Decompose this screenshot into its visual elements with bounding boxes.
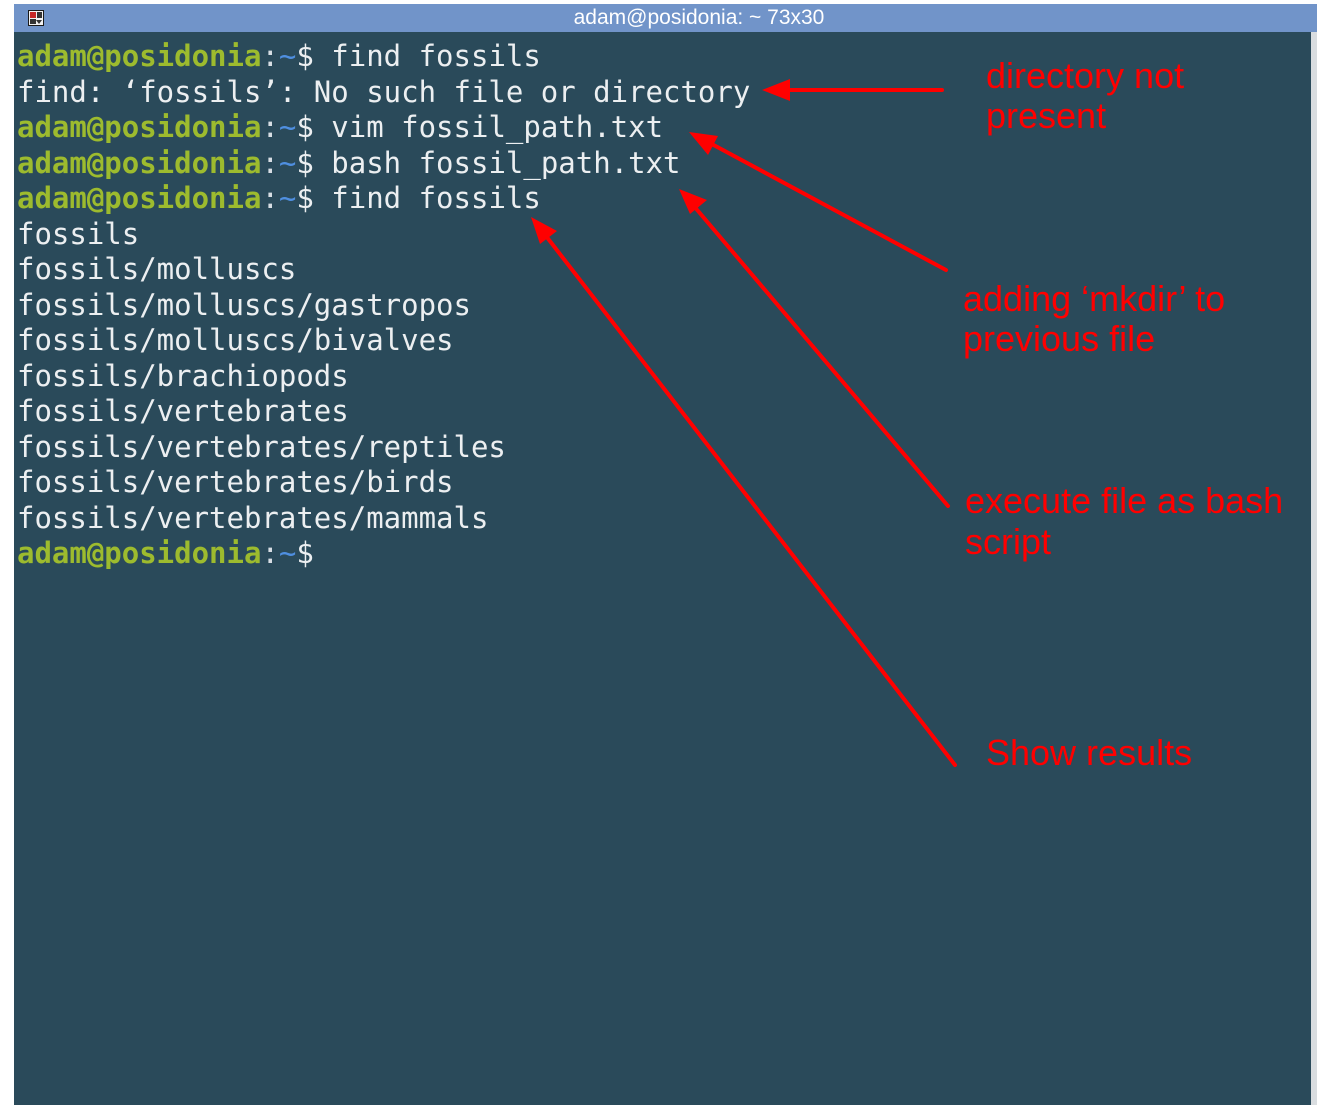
output-line: fossils/brachiopods: [17, 359, 1307, 395]
output-text: fossils/molluscs: [17, 252, 297, 286]
output-line: fossils/molluscs: [17, 252, 1307, 288]
output-line: fossils/vertebrates/mammals: [17, 501, 1307, 537]
output-line: find: ‘fossils’: No such file or directo…: [17, 75, 1307, 111]
prompt-line: adam@posidonia:~$: [17, 536, 1307, 572]
terminal-output[interactable]: adam@posidonia:~$ find fossils find: ‘fos…: [17, 39, 1307, 572]
prompt-dollar: $: [296, 39, 314, 73]
prompt-separator: :: [261, 110, 279, 144]
output-text: fossils/vertebrates: [17, 394, 349, 428]
output-line: fossils/vertebrates/reptiles: [17, 430, 1307, 466]
prompt-dollar: $: [296, 110, 314, 144]
output-text: fossils/vertebrates/mammals: [17, 500, 489, 535]
output-line: fossils/vertebrates/birds: [17, 465, 1307, 501]
prompt-user-host: adam@posidonia: [17, 39, 262, 73]
prompt-path: ~: [278, 181, 297, 215]
prompt-separator: :: [261, 536, 279, 570]
command-text: find fossils: [313, 181, 541, 215]
prompt-line: adam@posidonia:~$ bash fossil_path.txt: [17, 146, 1307, 182]
prompt-path: ~: [278, 110, 297, 144]
prompt-line: adam@posidonia:~$ find fossils: [17, 181, 1307, 217]
terminal-window: adam@posidonia: ~ 73x30 adam@posidonia:~…: [14, 4, 1317, 1105]
prompt-line: adam@posidonia:~$ vim fossil_path.txt: [17, 110, 1307, 146]
prompt-user-host: adam@posidonia: [17, 110, 262, 144]
scrollbar[interactable]: [1311, 32, 1317, 1105]
prompt-user-host: adam@posidonia: [17, 536, 262, 570]
prompt-path: ~: [278, 536, 297, 570]
prompt-user-host: adam@posidonia: [17, 181, 262, 215]
prompt-separator: :: [261, 145, 279, 180]
output-text: fossils/molluscs/bivalves: [17, 323, 454, 357]
output-text: fossils/molluscs/gastropos: [17, 287, 471, 322]
output-text: fossils/vertebrates/reptiles: [17, 429, 506, 464]
output-text: find: ‘fossils’: No such file or directo…: [17, 74, 751, 109]
output-line: fossils/vertebrates: [17, 394, 1307, 430]
prompt-separator: :: [261, 181, 279, 215]
output-text: fossils/vertebrates/birds: [17, 465, 454, 499]
prompt-user-host: adam@posidonia: [17, 145, 262, 180]
output-text: fossils: [17, 216, 140, 251]
output-text: fossils/brachiopods: [17, 358, 349, 393]
output-line: fossils: [17, 217, 1307, 253]
command-text: vim fossil_path.txt: [313, 110, 664, 144]
prompt-line: adam@posidonia:~$ find fossils: [17, 39, 1307, 75]
command-text: bash fossil_path.txt: [313, 145, 681, 180]
prompt-dollar: $: [296, 536, 314, 570]
prompt-separator: :: [261, 39, 279, 73]
window-title: adam@posidonia: ~ 73x30: [573, 6, 825, 29]
prompt-path: ~: [278, 39, 297, 73]
prompt-dollar: $: [296, 145, 314, 180]
title-bar[interactable]: adam@posidonia: ~ 73x30: [14, 4, 1317, 32]
prompt-path: ~: [278, 145, 297, 180]
command-text: find fossils: [313, 39, 541, 73]
prompt-dollar: $: [296, 181, 314, 215]
output-line: fossils/molluscs/bivalves: [17, 323, 1307, 359]
output-line: fossils/molluscs/gastropos: [17, 288, 1307, 324]
